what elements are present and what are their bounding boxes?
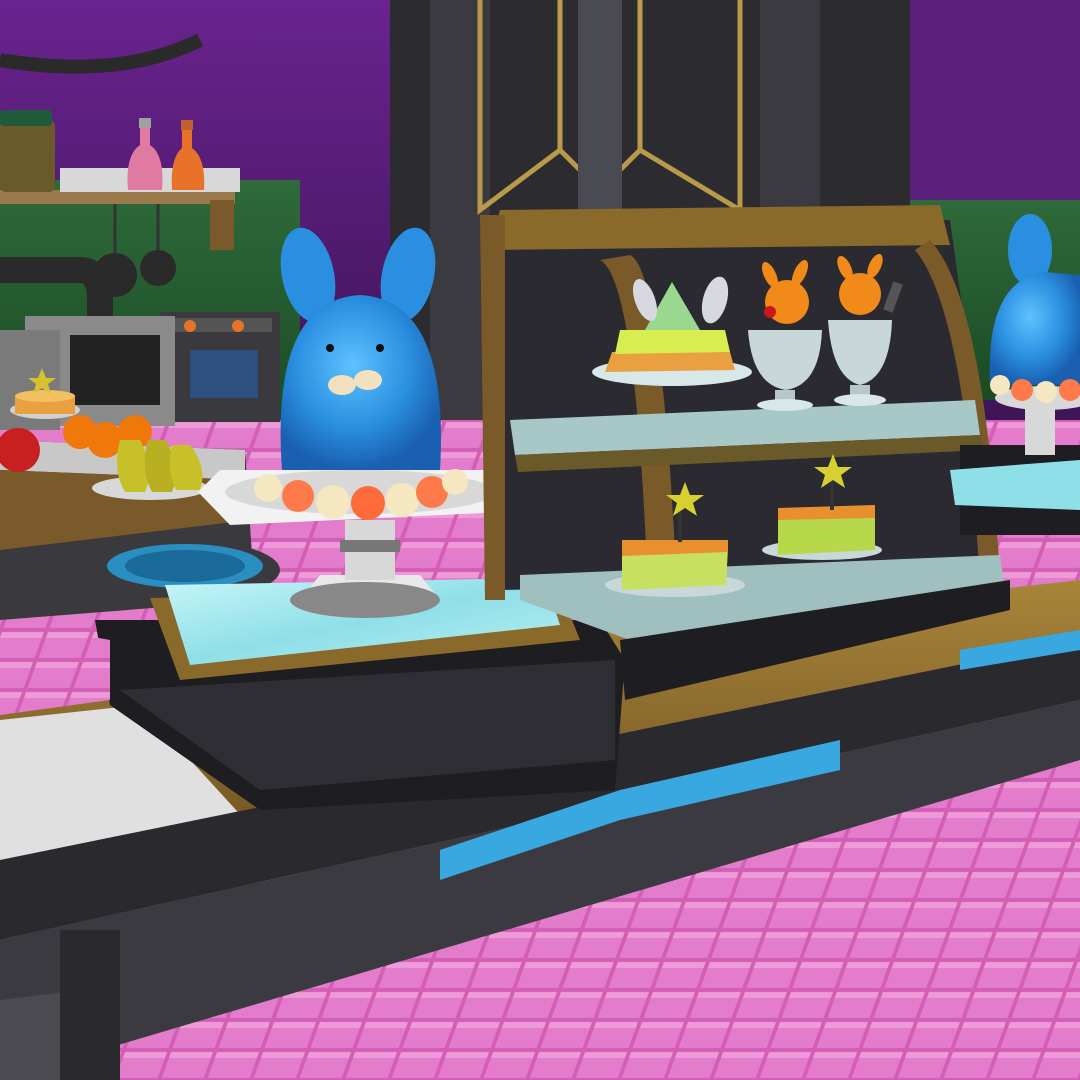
stove	[160, 312, 280, 422]
jar	[0, 120, 55, 192]
game-scene	[0, 0, 1080, 1080]
scene-canvas	[0, 0, 1080, 1080]
